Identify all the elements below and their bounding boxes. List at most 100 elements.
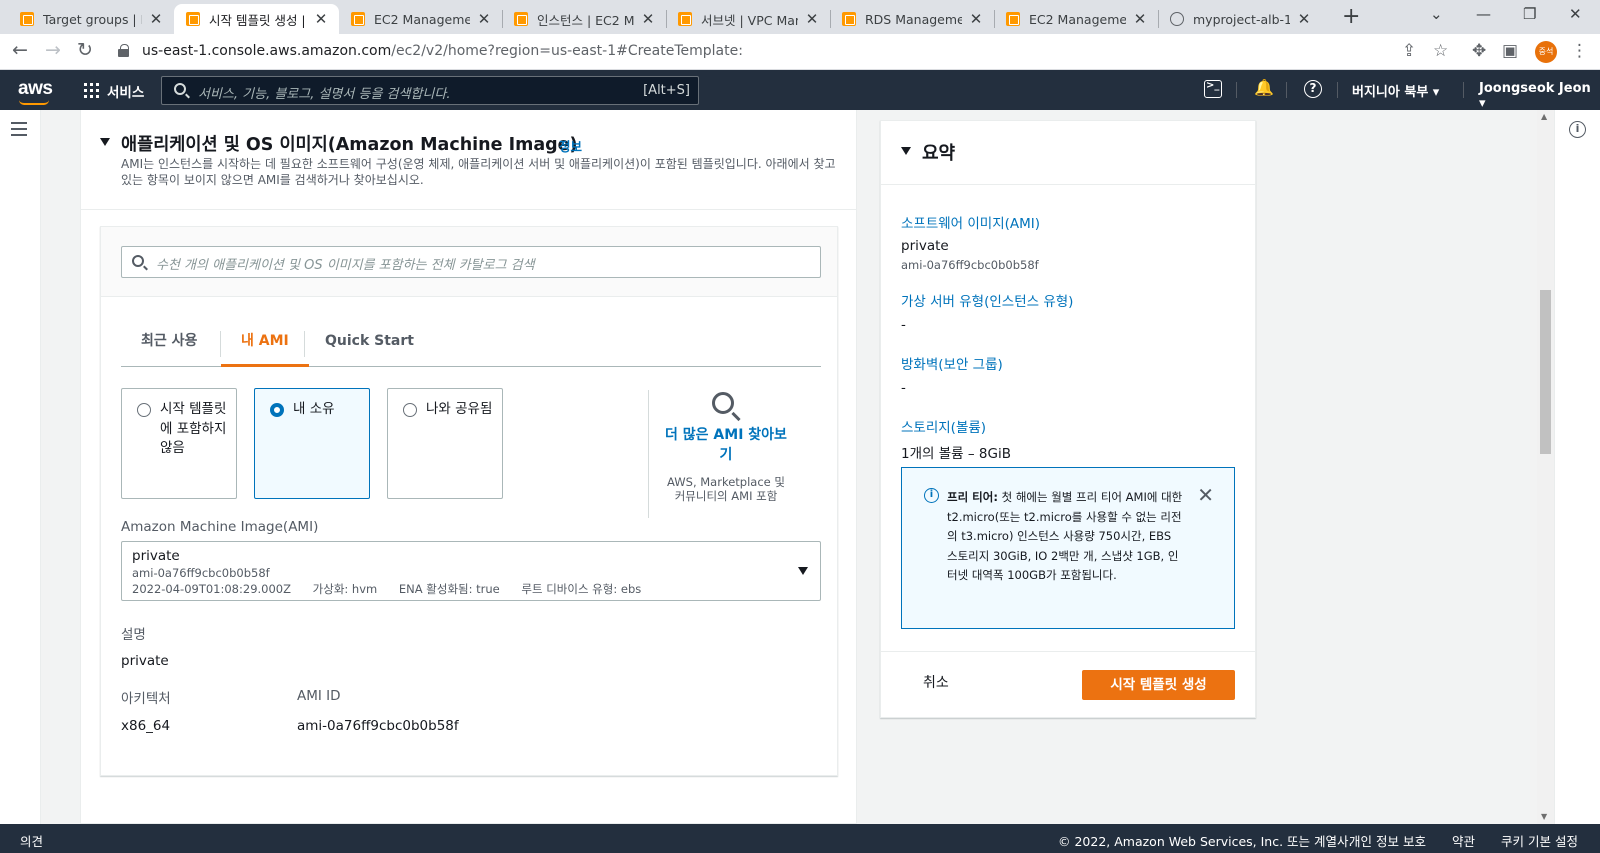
profile-avatar[interactable]: 중석: [1535, 41, 1557, 63]
browser-tab[interactable]: EC2 Management ✕: [339, 4, 502, 34]
close-icon[interactable]: ✕: [148, 10, 164, 28]
cancel-button[interactable]: 취소: [923, 672, 949, 692]
description-value: private: [121, 653, 169, 669]
notifications-bell-icon[interactable]: 🔔: [1254, 78, 1274, 97]
nav-divider: [1463, 82, 1464, 98]
browser-tab[interactable]: EC2 Management ✕: [994, 4, 1158, 34]
restore-icon[interactable]: ❐: [1523, 5, 1536, 23]
extensions-icon[interactable]: ✥: [1472, 41, 1486, 61]
close-icon[interactable]: ✕: [804, 10, 820, 28]
summary-software-image-link[interactable]: 소프트웨어 이미지(AMI): [901, 212, 1040, 232]
info-link[interactable]: 정보: [559, 136, 582, 155]
tab-title: myproject-alb-107: [1193, 11, 1290, 27]
aws-box-icon: [514, 12, 528, 26]
summary-storage-link[interactable]: 스토리지(볼륨): [901, 416, 986, 436]
browse-more-ami[interactable]: 더 많은 AMI 찾아보기 AWS, Marketplace 및 커뮤니티의 A…: [661, 392, 791, 503]
forward-icon[interactable]: →: [45, 39, 61, 61]
radio-button-selected[interactable]: [270, 403, 284, 417]
new-tab-icon[interactable]: +: [1342, 4, 1360, 29]
ami-field-label: Amazon Machine Image(AMI): [121, 519, 319, 535]
cloudshell-icon[interactable]: [1204, 80, 1222, 98]
back-icon[interactable]: ←: [12, 39, 28, 61]
services-menu[interactable]: 서비스: [107, 81, 144, 101]
bookmark-star-icon[interactable]: ☆: [1433, 41, 1448, 61]
option-tile-not-included[interactable]: 시작 템플릿에 포함하지 않음: [121, 388, 237, 499]
browser-tab[interactable]: 인스턴스 | EC2 Ma ✕: [502, 4, 666, 34]
option-tile-shared[interactable]: 나와 공유됨: [387, 388, 503, 499]
tab-quick-start[interactable]: Quick Start: [305, 321, 434, 367]
search-shortcut: [Alt+S]: [643, 83, 690, 98]
scroll-up-icon[interactable]: ▲: [1541, 112, 1547, 121]
url-path: /ec2/v2/home?region=us-east-1#CreateTemp…: [391, 43, 743, 59]
ami-id-value: ami-0a76ff9cbc0b0b58f: [297, 718, 459, 734]
tab-title: EC2 Management: [374, 11, 470, 27]
tab-my-ami[interactable]: 내 AMI: [221, 321, 309, 367]
summary-panel: 요약 소프트웨어 이미지(AMI) private ami-0a76ff9cbc…: [880, 120, 1256, 718]
browser-tab[interactable]: myproject-alb-107 ✕: [1158, 4, 1322, 34]
right-rail: i: [1554, 110, 1600, 824]
tab-search-icon[interactable]: ⌄: [1430, 5, 1443, 23]
summary-instance-type-link[interactable]: 가상 서버 유형(인스턴스 유형): [901, 290, 1073, 310]
ami-select[interactable]: private ami-0a76ff9cbc0b0b58f 2022-04-09…: [121, 541, 821, 601]
scroll-down-icon[interactable]: ▼: [1541, 812, 1547, 821]
radio-button[interactable]: [403, 403, 417, 417]
reload-icon[interactable]: ↻: [77, 39, 93, 61]
vertical-scrollbar[interactable]: ▲ ▼: [1537, 110, 1554, 824]
tab-recent[interactable]: 최근 사용: [121, 321, 217, 367]
catalog-search-area: 수천 개의 애플리케이션 및 OS 이미지를 포함하는 전체 카탈로그 검색: [101, 227, 837, 297]
share-icon[interactable]: ⇪: [1402, 41, 1416, 61]
catalog-search-placeholder: 수천 개의 애플리케이션 및 OS 이미지를 포함하는 전체 카탈로그 검색: [156, 258, 535, 273]
aws-box-icon: [1006, 12, 1020, 26]
browse-more-note: AWS, Marketplace 및 커뮤니티의 AMI 포함: [667, 475, 785, 503]
summary-storage-value: 1개의 볼륨 – 8GiB: [901, 446, 1011, 462]
close-icon[interactable]: ✕: [968, 10, 984, 28]
tab-title: RDS Management: [865, 11, 962, 27]
aws-search-input[interactable]: 서비스, 기능, 블로그, 설명서 등을 검색합니다. [Alt+S]: [161, 76, 699, 105]
option-tile-owned[interactable]: 내 소유: [254, 388, 370, 499]
scrollbar-thumb[interactable]: [1540, 290, 1551, 454]
section-title: 애플리케이션 및 OS 이미지(Amazon Machine Image): [121, 135, 578, 155]
close-icon[interactable]: ✕: [476, 10, 492, 28]
info-panel-icon[interactable]: i: [1569, 121, 1586, 138]
browse-more-link[interactable]: 더 많은 AMI 찾아보기: [661, 425, 791, 465]
tab-title: EC2 Management: [1029, 11, 1126, 27]
aws-logo-smile: [19, 100, 49, 105]
close-icon[interactable]: ✕: [1132, 10, 1148, 28]
ami-tabs: 최근 사용 내 AMI Quick Start: [121, 321, 821, 367]
help-icon[interactable]: ?: [1304, 80, 1322, 98]
hamburger-menu-icon[interactable]: [11, 122, 27, 140]
close-icon[interactable]: ✕: [313, 10, 329, 28]
minimize-icon[interactable]: —: [1476, 5, 1491, 23]
summary-firewall-link[interactable]: 방화벽(보안 그룹): [901, 353, 1003, 373]
browser-tab[interactable]: RDS Management ✕: [830, 4, 994, 34]
catalog-search-input[interactable]: 수천 개의 애플리케이션 및 OS 이미지를 포함하는 전체 카탈로그 검색: [121, 246, 821, 278]
free-tier-text: 프리 티어: 첫 해에는 월별 프리 티어 AMI에 대한 t2.micro(또…: [947, 488, 1185, 586]
region-selector[interactable]: 버지니아 북부 ▾: [1352, 81, 1439, 100]
browser-tab[interactable]: 서브넷 | VPC Man ✕: [666, 4, 830, 34]
aws-box-icon: [678, 12, 692, 26]
ami-id-label: AMI ID: [297, 688, 341, 704]
section-header: 애플리케이션 및 OS 이미지(Amazon Machine Image) 정보…: [81, 110, 856, 210]
create-template-button[interactable]: 시작 템플릿 생성: [1082, 670, 1235, 700]
radio-button[interactable]: [137, 403, 151, 417]
window-close-icon[interactable]: ✕: [1569, 5, 1582, 23]
close-icon[interactable]: ✕: [640, 10, 656, 28]
collapse-caret-icon[interactable]: [901, 147, 911, 155]
services-grid-icon[interactable]: [84, 83, 99, 98]
browser-tab[interactable]: Target groups | EC ✕: [8, 4, 174, 34]
browser-tab-active[interactable]: 시작 템플릿 생성 | ✕: [174, 4, 339, 34]
close-icon[interactable]: ✕: [1296, 10, 1312, 28]
feedback-link[interactable]: 의견: [20, 831, 43, 850]
privacy-link[interactable]: 개인 정보 보호: [1349, 831, 1426, 850]
account-menu[interactable]: Joongseok Jeon ▾: [1479, 81, 1600, 111]
url-field[interactable]: us-east-1.console.aws.amazon.com/ec2/v2/…: [142, 43, 743, 59]
aws-logo[interactable]: aws: [18, 78, 53, 100]
url-host: us-east-1.console.aws.amazon.com: [142, 43, 392, 59]
close-icon[interactable]: ✕: [1197, 483, 1214, 507]
cookie-preferences-link[interactable]: 쿠키 기본 설정: [1501, 831, 1578, 850]
tab-title: Target groups | EC: [43, 11, 142, 27]
collapse-caret-icon[interactable]: [100, 138, 110, 146]
terms-link[interactable]: 약관: [1452, 831, 1475, 850]
side-panel-icon[interactable]: ▣: [1502, 41, 1518, 61]
menu-kebab-icon[interactable]: ⋮: [1571, 41, 1588, 61]
